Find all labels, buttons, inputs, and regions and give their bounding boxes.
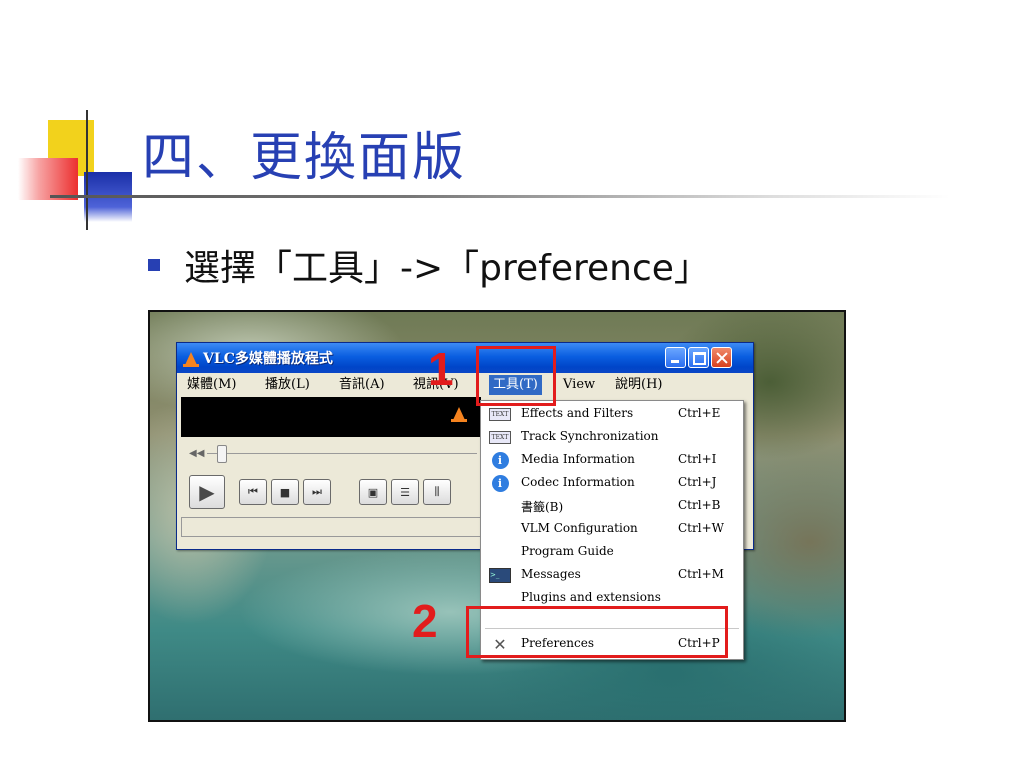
previous-icon: ⏮ bbox=[248, 485, 258, 498]
vlc-cone-icon bbox=[183, 351, 199, 367]
minimize-button[interactable] bbox=[665, 347, 686, 368]
playlist-button[interactable]: ☰ bbox=[391, 479, 419, 505]
fullscreen-icon: ▣ bbox=[367, 485, 379, 499]
window-titlebar[interactable]: VLC多媒體播放程式 bbox=[177, 343, 753, 373]
decor-vertical-line bbox=[86, 110, 88, 230]
vlc-cone-icon bbox=[451, 407, 467, 422]
menu-item-vlm-configuration[interactable]: VLM Configuration Ctrl+W bbox=[481, 518, 743, 540]
playlist-icon: ☰ bbox=[400, 485, 410, 499]
highlight-box-tools bbox=[476, 346, 556, 406]
title-underline bbox=[50, 195, 950, 198]
menu-item-messages[interactable]: >_ Messages Ctrl+M bbox=[481, 564, 743, 586]
bullet-text: 選擇「工具」->「preference」 bbox=[184, 248, 710, 289]
window-title: VLC多媒體播放程式 bbox=[203, 351, 333, 367]
bullet-item: 選擇「工具」->「preference」 bbox=[148, 238, 710, 292]
menu-item-program-guide[interactable]: Program Guide bbox=[481, 541, 743, 563]
menu-item-track-sync[interactable]: TEXT Track Synchronization bbox=[481, 426, 743, 448]
previous-button[interactable]: ⏮ bbox=[239, 479, 267, 505]
play-icon: ▶ bbox=[199, 480, 215, 504]
equalizer-button[interactable]: ⫼ bbox=[423, 479, 451, 505]
menubar: 媒體(M) 播放(L) 音訊(A) 視訊(V) 工具(T) View 說明(H) bbox=[177, 373, 753, 397]
close-button[interactable] bbox=[711, 347, 732, 368]
status-bar bbox=[181, 517, 481, 537]
seek-bar[interactable] bbox=[207, 453, 477, 454]
play-button[interactable]: ▶ bbox=[189, 475, 225, 509]
terminal-icon: >_ bbox=[489, 567, 511, 583]
info-icon: i bbox=[489, 474, 511, 492]
decor-red-square bbox=[18, 158, 78, 200]
text-icon: TEXT bbox=[489, 429, 511, 445]
menu-playback[interactable]: 播放(L) bbox=[265, 376, 310, 394]
menu-audio[interactable]: 音訊(A) bbox=[339, 376, 385, 394]
menu-item-media-information[interactable]: i Media Information Ctrl+I bbox=[481, 449, 743, 471]
seek-back-icon: ◀◀ bbox=[189, 448, 205, 459]
step-number-1: 1 bbox=[428, 343, 454, 395]
text-icon: TEXT bbox=[489, 406, 511, 422]
stop-icon: ■ bbox=[279, 485, 291, 499]
maximize-button[interactable] bbox=[688, 347, 709, 368]
equalizer-icon: ⫼ bbox=[434, 485, 440, 498]
step-number-2: 2 bbox=[412, 595, 438, 647]
highlight-box-preferences bbox=[466, 606, 728, 658]
menu-view[interactable]: View bbox=[563, 376, 595, 394]
seek-handle[interactable] bbox=[217, 445, 227, 463]
next-button[interactable]: ⏭ bbox=[303, 479, 331, 505]
square-bullet-icon bbox=[148, 259, 160, 271]
menu-item-bookmarks[interactable]: 書籤(B) Ctrl+B bbox=[481, 495, 743, 517]
menu-media[interactable]: 媒體(M) bbox=[187, 376, 236, 394]
menu-help[interactable]: 說明(H) bbox=[615, 376, 662, 394]
stop-button[interactable]: ■ bbox=[271, 479, 299, 505]
next-icon: ⏭ bbox=[312, 485, 322, 498]
slide-title: 四、更換面版 bbox=[142, 128, 467, 188]
fullscreen-button[interactable]: ▣ bbox=[359, 479, 387, 505]
menu-item-effects-filters[interactable]: TEXT Effects and Filters Ctrl+E bbox=[481, 403, 743, 425]
video-area bbox=[181, 397, 481, 437]
vlc-screenshot: VLC多媒體播放程式 媒體(M) 播放(L) 音訊(A) 視訊(V) 工具(T)… bbox=[148, 310, 846, 722]
menu-item-codec-information[interactable]: i Codec Information Ctrl+J bbox=[481, 472, 743, 494]
info-icon: i bbox=[489, 451, 511, 469]
